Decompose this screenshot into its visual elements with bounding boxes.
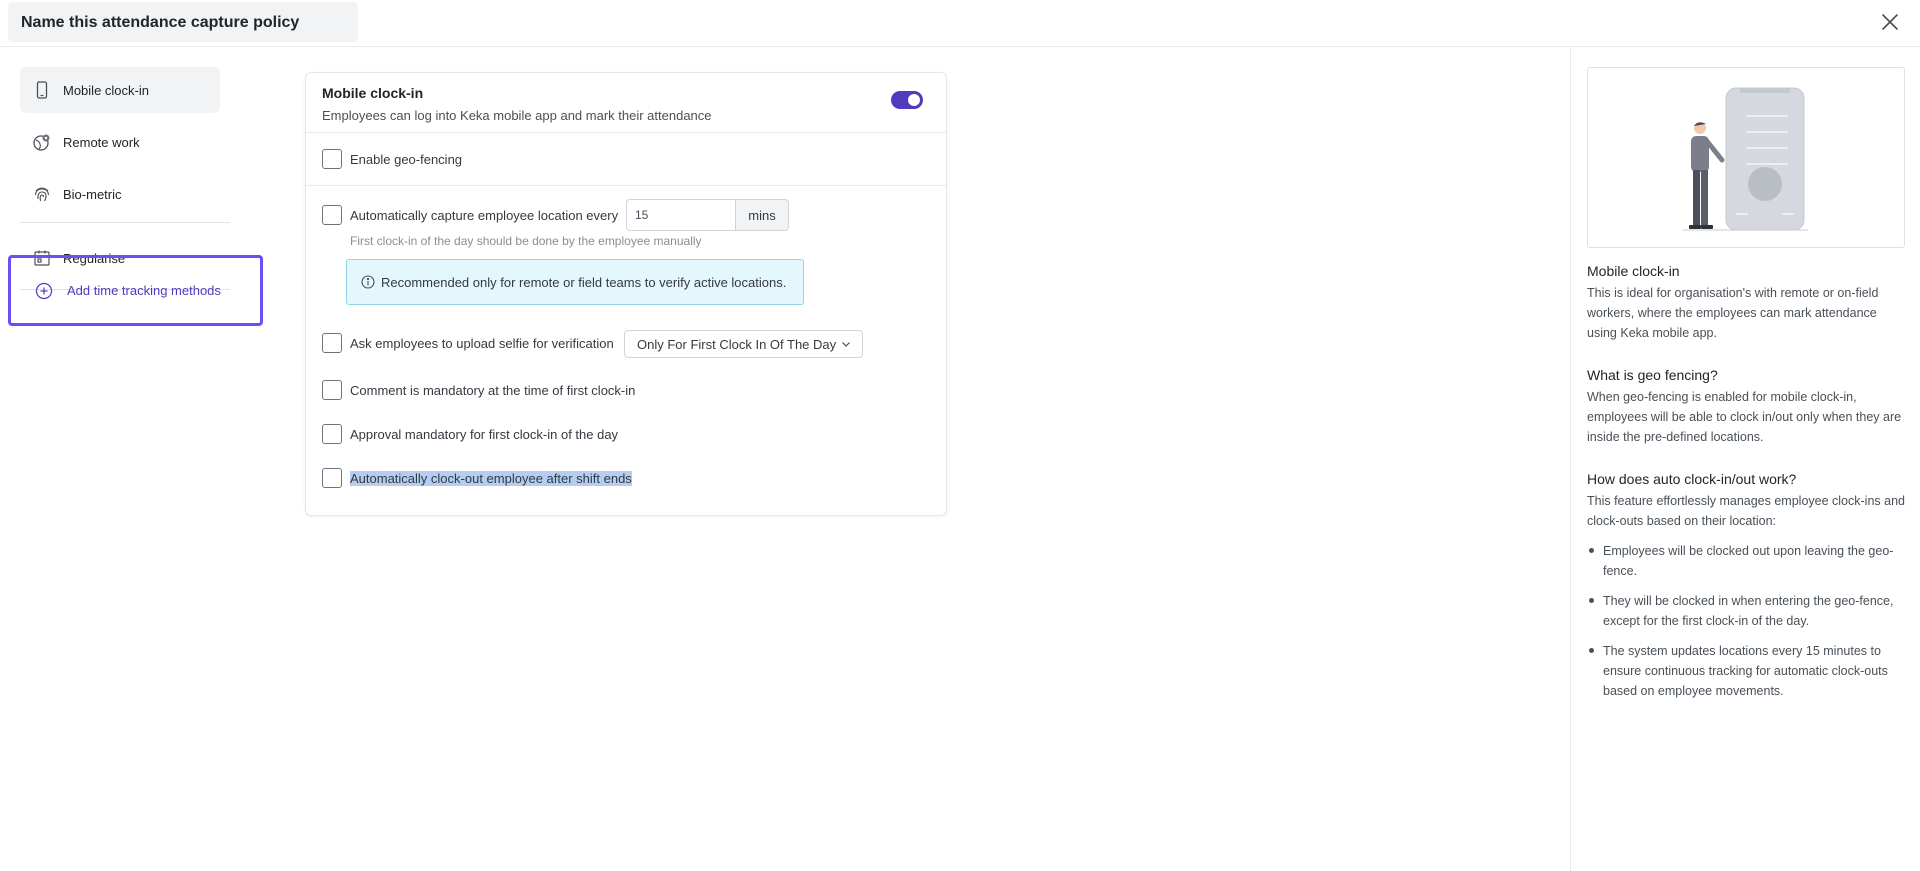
nav-item-label: Remote work (63, 134, 140, 150)
close-button[interactable] (1877, 9, 1903, 35)
capture-interval-input[interactable]: 15 (626, 199, 736, 231)
nav-item-mobile-clock-in[interactable]: Mobile clock-in (20, 67, 220, 113)
geo-fencing-checkbox[interactable] (322, 149, 342, 169)
auto-clock-out-label: Automatically clock-out employee after s… (350, 471, 632, 486)
selfie-frequency-select[interactable]: Only For First Clock In Of The Day (624, 330, 863, 358)
bullet-dot (1589, 648, 1594, 653)
chevron-down-icon (842, 342, 850, 347)
nav-divider (20, 222, 230, 223)
header: Name this attendance capture policy (0, 0, 1920, 47)
help-bullet-item: Employees will be clocked out upon leavi… (1603, 544, 1894, 578)
help-text-mobile-clock-in: This is ideal for organisation's with re… (1587, 286, 1879, 340)
comment-mandatory-checkbox[interactable] (322, 380, 342, 400)
help-panel: Mobile clock-in This is ideal for organi… (1570, 47, 1920, 871)
auto-clock-out-checkbox[interactable] (322, 468, 342, 488)
person-with-phone-icon (1683, 87, 1808, 231)
approval-mandatory-label: Approval mandatory for first clock-in of… (350, 427, 619, 442)
toggle-knob (908, 94, 920, 106)
auto-capture-location-checkbox[interactable] (322, 205, 342, 225)
globe-location-icon (32, 132, 52, 152)
geo-fencing-label: Enable geo-fencing (350, 152, 463, 167)
selfie-verification-label: Ask employees to upload selfie for verif… (350, 336, 614, 351)
left-nav: Mobile clock-in Remote work Bio-metric R… (0, 47, 260, 871)
approval-mandatory-checkbox[interactable] (322, 424, 342, 444)
mobile-clock-in-toggle[interactable] (891, 91, 923, 109)
selfie-frequency-value: Only For First Clock In Of The Day (637, 336, 837, 352)
geo-fencing-row: Enable geo-fencing (306, 133, 946, 186)
policy-name-input[interactable]: Name this attendance capture policy (8, 2, 358, 42)
nav-item-bio-metric[interactable]: Bio-metric (20, 171, 220, 217)
card-subtitle: Employees can log into Keka mobile app a… (322, 108, 712, 123)
mobile-clock-in-card: Mobile clock-in Employees can log into K… (305, 72, 947, 516)
selfie-verification-checkbox[interactable] (322, 333, 342, 353)
comment-mandatory-label: Comment is mandatory at the time of firs… (350, 383, 636, 398)
capture-interval-unit: mins (735, 199, 789, 231)
close-icon[interactable] (1877, 9, 1903, 35)
nav-item-remote-work[interactable]: Remote work (20, 119, 220, 165)
help-heading-geo-fencing: What is geo fencing? (1587, 367, 1718, 383)
info-banner-text: Recommended only for remote or field tea… (381, 274, 787, 290)
help-text-auto-clock: This feature effortlessly manages employ… (1587, 494, 1905, 528)
card-title: Mobile clock-in (322, 85, 424, 101)
card-header: Mobile clock-in Employees can log into K… (306, 73, 946, 133)
mobile-phone-icon (32, 80, 52, 100)
help-bullet-item: They will be clocked in when entering th… (1603, 594, 1894, 628)
plus-circle-icon (35, 282, 53, 300)
mobile-clock-in-illustration (1587, 67, 1905, 248)
auto-capture-location-label: Automatically capture employee location … (350, 208, 619, 223)
add-time-tracking-methods-label: Add time tracking methods (67, 283, 221, 298)
help-text-geo-fencing: When geo-fencing is enabled for mobile c… (1587, 390, 1902, 444)
bullet-dot (1589, 598, 1594, 603)
info-banner: Recommended only for remote or field tea… (346, 259, 804, 305)
add-time-tracking-methods-button[interactable]: Add time tracking methods (8, 255, 263, 326)
help-heading-mobile-clock-in: Mobile clock-in (1587, 263, 1680, 279)
nav-item-label: Bio-metric (63, 186, 122, 202)
auto-capture-help-text: First clock-in of the day should be done… (350, 234, 702, 248)
info-icon (361, 275, 375, 289)
help-bullet-item: The system updates locations every 15 mi… (1603, 644, 1888, 698)
fingerprint-icon (32, 184, 52, 204)
bullet-dot (1589, 548, 1594, 553)
help-heading-auto-clock: How does auto clock-in/out work? (1587, 471, 1797, 487)
nav-item-label: Mobile clock-in (63, 82, 149, 98)
